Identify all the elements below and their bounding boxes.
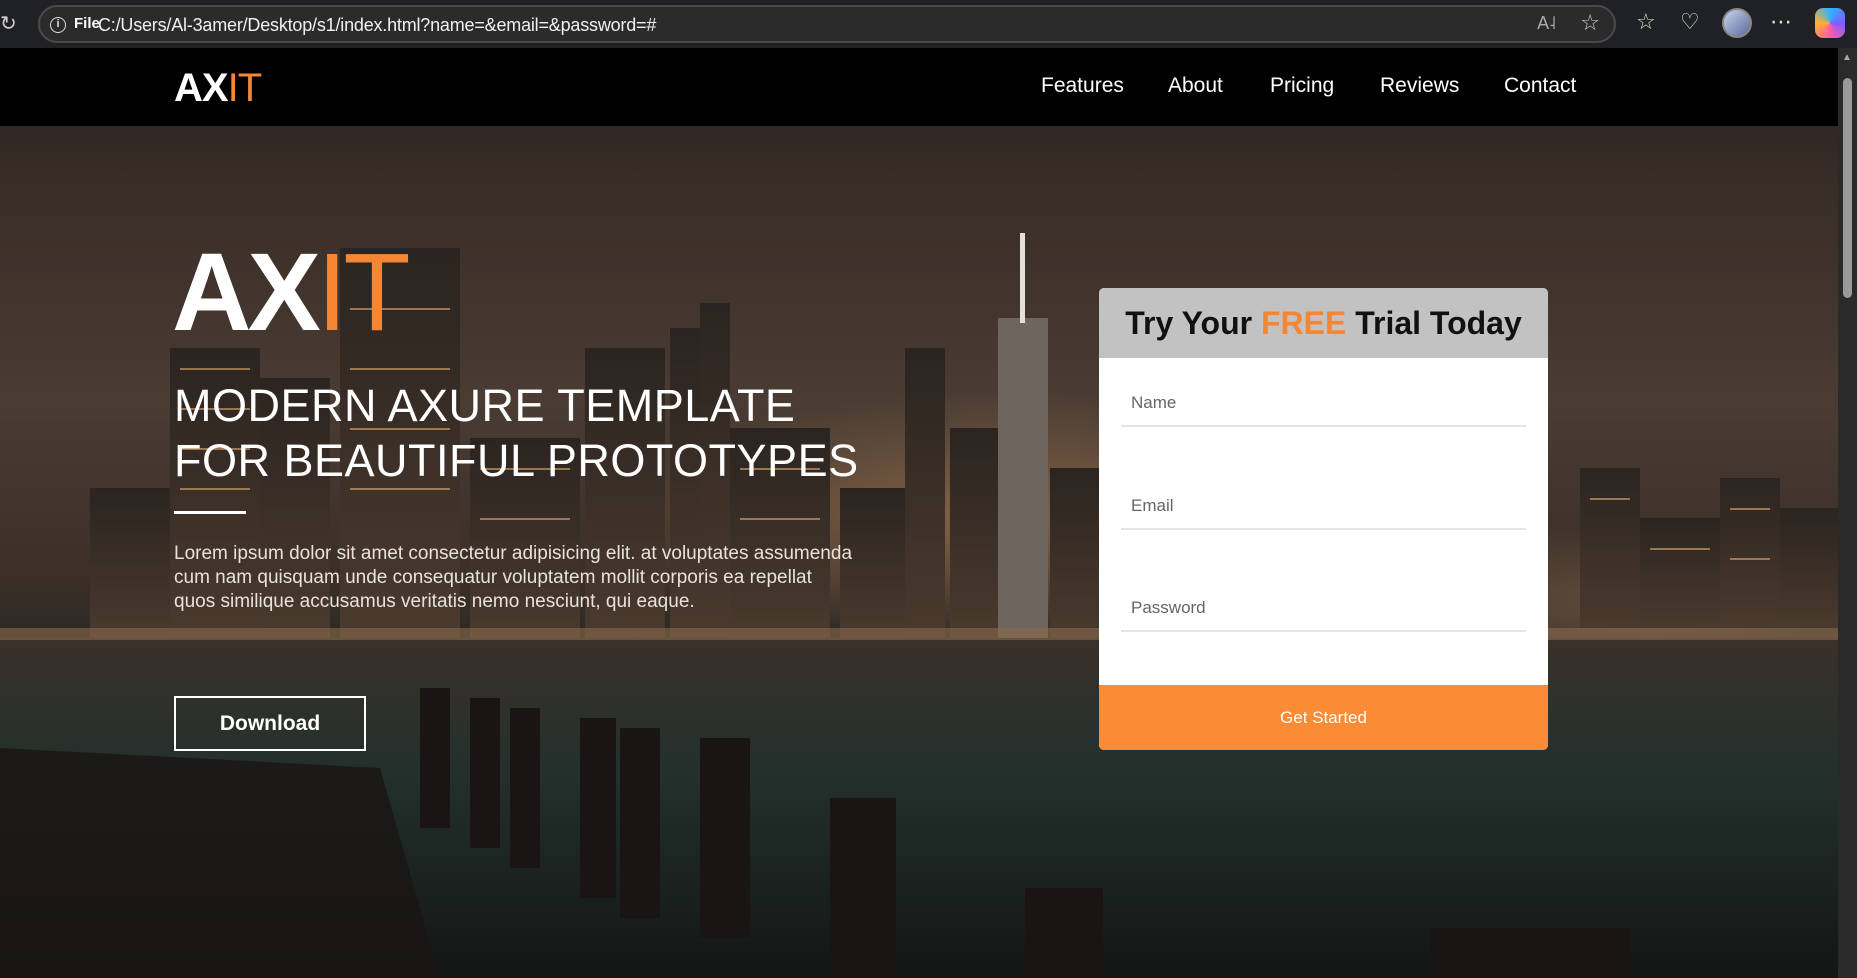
hero-subtitle-line1: MODERN AXURE TEMPLATE	[174, 380, 796, 431]
hero-subtitle-line2: FOR BEAUTIFUL PROTOTYPES	[174, 435, 859, 486]
read-aloud-icon[interactable]: A˨	[1537, 13, 1556, 34]
email-field-wrapper	[1121, 484, 1526, 530]
favorites-icon[interactable]: ☆	[1636, 10, 1656, 36]
email-input[interactable]	[1121, 484, 1526, 528]
profile-avatar[interactable]	[1722, 8, 1752, 38]
nav-contact[interactable]: Contact	[1504, 74, 1576, 98]
nav-features[interactable]: Features	[1041, 74, 1124, 98]
reload-icon[interactable]: ↻	[0, 12, 18, 34]
browser-toolbar: ↻ i File C:/Users/Al-3amer/Desktop/s1/in…	[0, 0, 1857, 48]
trial-form-title: Try Your FREE Trial Today	[1099, 288, 1548, 358]
scrollbar-thumb[interactable]	[1843, 78, 1852, 298]
page-viewport: AXIT Features About Pricing Reviews Cont…	[0, 48, 1838, 978]
get-started-button[interactable]: Get Started	[1099, 685, 1548, 750]
city-skyline-background	[0, 233, 1838, 978]
name-field-wrapper	[1121, 381, 1526, 427]
nav-pricing[interactable]: Pricing	[1270, 74, 1334, 98]
hero-description: Lorem ipsum dolor sit amet consectetur a…	[174, 543, 853, 612]
password-input[interactable]	[1121, 586, 1526, 630]
site-logo[interactable]: AXIT	[174, 66, 263, 111]
hero-title-ax: AX	[172, 231, 321, 354]
logo-ax: AX	[174, 66, 229, 110]
password-field-wrapper	[1121, 586, 1526, 632]
hero-title-it: IT	[316, 231, 411, 354]
name-input[interactable]	[1121, 381, 1526, 425]
star-icon[interactable]: ☆	[1580, 11, 1600, 36]
nav-about[interactable]: About	[1168, 74, 1223, 98]
health-icon[interactable]: ♡	[1680, 10, 1700, 36]
more-icon[interactable]: ⋯	[1770, 10, 1792, 36]
title-free: FREE	[1260, 305, 1347, 341]
hero-divider	[174, 511, 246, 514]
download-button[interactable]: Download	[174, 696, 366, 751]
hero-subtitle: MODERN AXURE TEMPLATE FOR BEAUTIFUL PROT…	[174, 378, 894, 488]
title-part-2: Trial Today	[1346, 305, 1522, 341]
page-scrollbar[interactable]: ▲	[1838, 48, 1857, 978]
address-bar[interactable]: i File C:/Users/Al-3amer/Desktop/s1/inde…	[38, 5, 1616, 43]
copilot-icon[interactable]	[1815, 8, 1845, 38]
trial-form-card: Try Your FREE Trial Today Get Started	[1099, 288, 1548, 750]
url-text[interactable]: C:/Users/Al-3amer/Desktop/s1/index.html?…	[98, 15, 656, 36]
site-navbar: AXIT Features About Pricing Reviews Cont…	[0, 48, 1838, 126]
title-part-1: Try Your	[1125, 305, 1261, 341]
logo-it: IT	[227, 66, 263, 110]
info-icon[interactable]: i	[50, 17, 66, 33]
scroll-up-icon[interactable]: ▲	[1842, 52, 1852, 63]
nav-reviews[interactable]: Reviews	[1380, 74, 1459, 98]
file-label: File	[74, 15, 100, 32]
hero-title: AXIT	[172, 238, 411, 348]
